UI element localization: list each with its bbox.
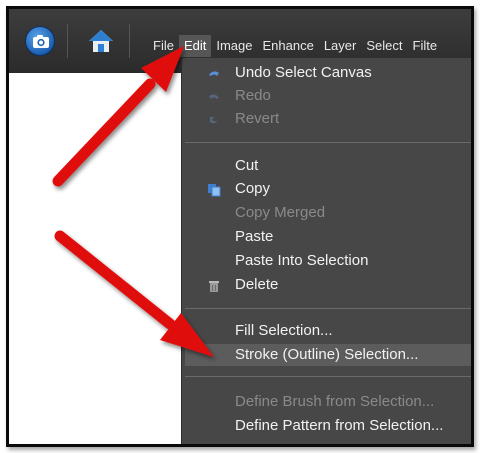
menu-copy-merged[interactable]: Copy Merged [182, 202, 471, 224]
menu-revert[interactable]: Revert [182, 108, 471, 130]
menu-define-brush-label: Define Brush from Selection... [235, 393, 435, 410]
menu-redo[interactable]: Redo [182, 85, 471, 107]
menu-copy[interactable]: Copy [182, 178, 471, 200]
menu-delete[interactable]: Delete [182, 274, 471, 296]
menu-fill-selection[interactable]: Fill Selection... [182, 320, 471, 342]
menu-define-brush[interactable]: Define Brush from Selection... [182, 391, 471, 413]
toolbar-separator [129, 24, 130, 58]
edit-dropdown-menu: Undo Select Canvas Redo Revert Cut Copy … [181, 58, 471, 444]
copy-icon [207, 182, 221, 197]
menu-cut[interactable]: Cut [182, 155, 471, 177]
menu-delete-label: Delete [235, 276, 279, 293]
menu-paste-into-label: Paste Into Selection [235, 252, 369, 269]
menu-redo-label: Redo [235, 87, 271, 104]
menu-paste-label: Paste [235, 228, 274, 245]
menu-select[interactable]: Select [361, 35, 407, 57]
menu-enhance[interactable]: Enhance [258, 35, 319, 57]
menu-separator [185, 142, 471, 143]
menu-stroke-label: Stroke (Outline) Selection... [235, 346, 419, 363]
menu-paste-into-selection[interactable]: Paste Into Selection [182, 250, 471, 272]
app-window: File Edit Image Enhance Layer Select Fil… [6, 6, 474, 447]
home-icon[interactable] [87, 27, 115, 55]
revert-icon [207, 112, 221, 126]
menu-paste[interactable]: Paste [182, 226, 471, 248]
menu-undo-label: Undo Select Canvas [235, 64, 372, 81]
menu-copy-merged-label: Copy Merged [235, 204, 326, 221]
menu-filter[interactable]: Filte [408, 35, 443, 57]
menu-define-pattern[interactable]: Define Pattern from Selection... [182, 415, 471, 437]
menu-separator [185, 308, 471, 309]
toolbar-separator [67, 24, 68, 58]
menu-separator [185, 376, 471, 377]
menu-file[interactable]: File [148, 35, 179, 57]
undo-icon [207, 66, 221, 80]
redo-icon [207, 89, 221, 103]
menu-layer[interactable]: Layer [319, 35, 362, 57]
menu-fill-label: Fill Selection... [235, 322, 333, 339]
menu-define-pattern-label: Define Pattern from Selection... [235, 417, 444, 434]
camera-icon[interactable] [25, 26, 55, 56]
menu-edit[interactable]: Edit [178, 35, 212, 57]
canvas-area[interactable] [9, 73, 181, 444]
menu-items: File Edit Image Enhance Layer Select Fil… [148, 35, 442, 57]
menu-revert-label: Revert [235, 110, 280, 127]
menu-undo[interactable]: Undo Select Canvas [182, 62, 471, 84]
menu-stroke-selection[interactable]: Stroke (Outline) Selection... [185, 344, 471, 366]
menu-copy-label: Copy [235, 180, 271, 197]
trash-icon [207, 278, 221, 292]
menu-cut-label: Cut [235, 157, 259, 174]
menu-image[interactable]: Image [211, 35, 257, 57]
